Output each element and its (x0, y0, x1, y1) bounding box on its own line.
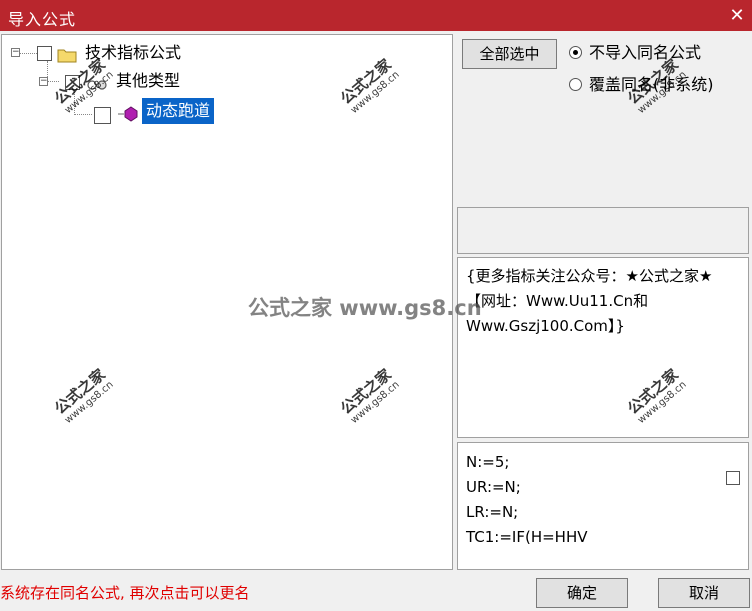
folder-icon (57, 45, 77, 63)
tree-node-label-selected: 动态跑道 (142, 98, 215, 124)
tree-node-label: 技术指标公式 (85, 43, 182, 62)
tree-node-root[interactable]: − 技术指标公式 (2, 40, 262, 66)
tree-node-label: 其他类型 (116, 71, 181, 90)
radio-overwrite-label: 覆盖同名(非系统) (589, 75, 714, 94)
tree-node-item[interactable]: 动态跑道 (2, 98, 262, 124)
title-bar[interactable]: 导入公式 ✕ (0, 0, 752, 31)
root-checkbox[interactable] (37, 46, 52, 61)
code-line: TC1:=IF(H=HHV (466, 528, 588, 546)
code-line: UR:=N; (466, 478, 521, 496)
tree-node-group[interactable]: − 其他类型 (2, 68, 262, 94)
code-line: LR:=N; (466, 503, 519, 521)
import-options: 全部选中 不导入同名公式 覆盖同名(非系统) (457, 34, 751, 204)
collapse-icon[interactable]: − (39, 77, 48, 86)
formula-tree[interactable]: − 技术指标公式 − 其他类型 动态跑道 (1, 34, 453, 570)
radio-skip-label: 不导入同名公式 (589, 43, 702, 62)
group-checkbox[interactable] (65, 75, 80, 90)
collapse-icon[interactable]: − (11, 48, 20, 57)
item-checkbox[interactable] (94, 107, 111, 124)
status-message: 系统存在同名公式, 再次点击可以更名 (0, 584, 250, 602)
radio-circle-icon[interactable] (569, 78, 582, 91)
select-all-button[interactable]: 全部选中 (462, 39, 557, 69)
cancel-button[interactable]: 取消 (658, 578, 750, 608)
code-option-checkbox[interactable] (726, 471, 740, 485)
formula-code-preview[interactable]: N:=5; UR:=N; LR:=N; TC1:=IF(H=HHV (457, 442, 749, 570)
radio-dot-icon[interactable] (569, 46, 582, 59)
formula-description: {更多指标关注公众号：★公式之家★ 【网址：Www.Uu11.Cn和Www.Gs… (457, 257, 749, 438)
window-title: 导入公式 (8, 10, 77, 29)
formula-group-icon (86, 74, 108, 90)
ok-button[interactable]: 确定 (536, 578, 628, 608)
indicator-icon (117, 104, 139, 122)
close-icon[interactable]: ✕ (726, 5, 748, 27)
blank-field (457, 207, 749, 254)
code-line: N:=5; (466, 453, 510, 471)
